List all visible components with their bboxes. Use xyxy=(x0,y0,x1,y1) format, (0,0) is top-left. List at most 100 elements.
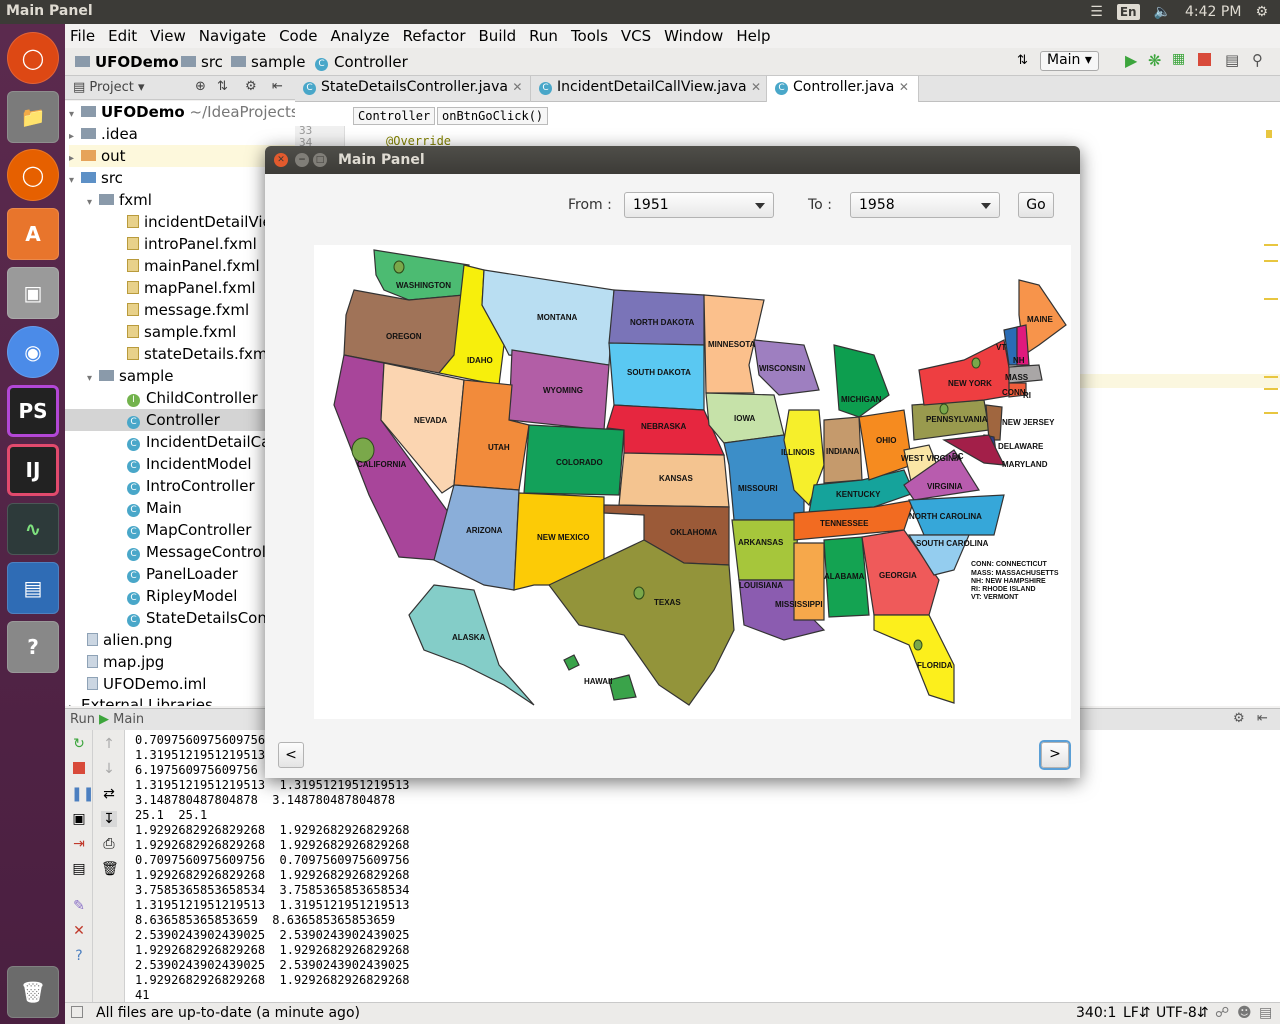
breadcrumb-class[interactable]: C Controller xyxy=(315,53,408,71)
tree-item-file[interactable]: UFODemo.iml xyxy=(87,673,206,695)
menu-tools[interactable]: Tools xyxy=(571,27,608,45)
error-stripe-marker[interactable] xyxy=(1264,412,1278,414)
tab-incident-detail-call-view[interactable]: C IncidentDetailCallView.java ✕ xyxy=(531,76,767,102)
close-window-icon[interactable]: ✕ xyxy=(274,153,288,167)
tree-item-external-libraries[interactable]: ▸External Libraries xyxy=(69,695,213,706)
trash-icon[interactable]: 🗑 xyxy=(7,966,59,1018)
menu-build[interactable]: Build xyxy=(479,27,517,45)
maximize-window-icon[interactable]: □ xyxy=(313,153,327,167)
tree-item-file[interactable]: message.fxml xyxy=(127,299,249,321)
file-encoding[interactable]: UTF-8⇵ xyxy=(1156,1005,1209,1021)
clock[interactable]: 4:42 PM xyxy=(1185,4,1241,20)
previous-button[interactable]: < xyxy=(278,742,304,768)
inspector-icon[interactable]: ☻ xyxy=(1237,1005,1252,1021)
breadcrumb-src[interactable]: src xyxy=(181,53,223,71)
tree-item-class[interactable]: C IncidentModel xyxy=(127,453,252,475)
coverage-icon[interactable]: ▦ xyxy=(1172,51,1185,67)
us-map[interactable]: WASHINGTON OREGON CALIFORNIA IDAHO NEVAD… xyxy=(314,245,1071,719)
close-icon[interactable]: ✕ xyxy=(71,923,87,939)
hide-panel-icon[interactable]: ⇤ xyxy=(272,79,283,94)
update-project-icon[interactable]: ⇅ xyxy=(1017,53,1028,68)
ubuntu-dash-icon[interactable]: ◯ xyxy=(7,32,59,84)
error-stripe-marker[interactable] xyxy=(1264,376,1278,378)
disk-drive-icon[interactable]: ▣ xyxy=(7,267,59,319)
search-icon[interactable]: ⚲ xyxy=(1252,51,1263,69)
tree-item-file[interactable]: alien.png xyxy=(87,629,173,651)
lock-icon[interactable]: ☍ xyxy=(1215,1005,1229,1021)
menu-help[interactable]: Help xyxy=(736,27,770,45)
tree-item-file[interactable]: mapPanel.fxml xyxy=(127,277,256,299)
breadcrumb-method-chip[interactable]: onBtnGoClick() xyxy=(437,107,549,125)
run-config-tab[interactable]: ▶ Main xyxy=(99,712,144,727)
system-monitor-icon[interactable]: ∿ xyxy=(7,503,59,555)
menu-edit[interactable]: Edit xyxy=(108,27,137,45)
tree-item-class[interactable]: C MapController xyxy=(127,519,251,541)
menu-view[interactable]: View xyxy=(150,27,186,45)
tree-item-class[interactable]: C Main xyxy=(127,497,182,519)
error-stripe-marker[interactable] xyxy=(1264,244,1278,246)
line-separator[interactable]: LF⇵ xyxy=(1123,1005,1151,1021)
tree-item-file[interactable]: sample.fxml xyxy=(127,321,236,343)
intellij-icon[interactable]: IJ xyxy=(7,444,59,496)
to-year-select[interactable]: 1958 xyxy=(850,192,1000,218)
wifi-icon[interactable]: ☰ xyxy=(1090,4,1103,20)
tree-item-class[interactable]: C MessageController xyxy=(127,541,286,563)
phpstorm-icon[interactable]: PS xyxy=(7,385,59,437)
menu-code[interactable]: Code xyxy=(279,27,317,45)
volume-icon[interactable]: 🔈 xyxy=(1154,4,1171,20)
run-settings-gear-icon[interactable]: ⚙ xyxy=(1233,711,1245,726)
close-icon[interactable]: ✕ xyxy=(751,80,761,94)
soft-wrap-icon[interactable]: ⇄ xyxy=(101,786,117,802)
up-arrow-icon[interactable]: ↑ xyxy=(101,736,117,752)
layout-icon[interactable]: ▤ xyxy=(71,861,87,877)
breadcrumb-project[interactable]: UFODemo xyxy=(75,53,179,71)
dump-threads-icon[interactable]: ▣ xyxy=(71,811,87,827)
collapse-icon[interactable]: ⇅ xyxy=(217,79,228,94)
tree-item-class[interactable]: I ChildController xyxy=(127,387,258,409)
dialog-titlebar[interactable]: ✕ − □ Main Panel xyxy=(265,146,1080,174)
pin-icon[interactable]: ✎ xyxy=(71,898,87,914)
pause-icon[interactable]: ❚❚ xyxy=(71,786,94,802)
rerun-icon[interactable]: ↻ xyxy=(71,736,87,752)
menu-refactor[interactable]: Refactor xyxy=(403,27,466,45)
file-manager-icon[interactable]: 📁 xyxy=(7,91,59,143)
document-viewer-icon[interactable]: ▤ xyxy=(7,562,59,614)
tab-state-details-controller[interactable]: C StateDetailsController.java ✕ xyxy=(295,76,531,102)
tree-item-class[interactable]: C RipleyModel xyxy=(127,585,237,607)
tree-item-out[interactable]: ▸ out xyxy=(69,145,295,167)
tree-item-class[interactable]: C Controller xyxy=(65,409,295,431)
caret-position[interactable]: 340:1 xyxy=(1076,1005,1116,1021)
tree-item-fxml[interactable]: ▾ fxml xyxy=(87,189,152,211)
tree-item-src[interactable]: ▾ src xyxy=(69,167,123,189)
menu-window[interactable]: Window xyxy=(664,27,723,45)
scroll-to-end-icon[interactable]: ↧ xyxy=(101,811,117,827)
error-stripe-marker[interactable] xyxy=(1264,260,1278,262)
tree-item-file[interactable]: stateDetails.fxml xyxy=(127,343,272,365)
tree-item-class[interactable]: C PanelLoader xyxy=(127,563,238,585)
help-icon[interactable]: ? xyxy=(7,621,59,673)
tree-item-sample[interactable]: ▾ sample xyxy=(87,365,174,387)
settings-gear-icon[interactable]: ⚙ xyxy=(245,79,257,94)
tree-item-class[interactable]: C IntroController xyxy=(127,475,255,497)
down-arrow-icon[interactable]: ↓ xyxy=(101,761,117,777)
help-icon[interactable]: ? xyxy=(71,948,87,964)
close-icon[interactable]: ✕ xyxy=(512,80,522,94)
chrome-icon[interactable]: ◉ xyxy=(7,326,59,378)
minimize-window-icon[interactable]: − xyxy=(295,153,309,167)
menu-navigate[interactable]: Navigate xyxy=(199,27,266,45)
project-view-selector[interactable]: ▤ Project ▾ xyxy=(73,80,145,95)
error-stripe-marker[interactable] xyxy=(1264,388,1278,390)
tree-item-file[interactable]: mainPanel.fxml xyxy=(127,255,260,277)
menu-file[interactable]: File xyxy=(70,27,95,45)
tree-item-file[interactable]: map.jpg xyxy=(87,651,164,673)
project-structure-icon[interactable]: ▤ xyxy=(1225,51,1239,69)
run-icon[interactable]: ▶ xyxy=(1125,51,1137,70)
keyboard-layout-indicator[interactable]: En xyxy=(1116,4,1140,20)
tree-item-idea[interactable]: ▸ .idea xyxy=(69,123,138,145)
menu-analyze[interactable]: Analyze xyxy=(330,27,389,45)
warning-marker[interactable] xyxy=(1266,130,1272,138)
menu-vcs[interactable]: VCS xyxy=(621,27,651,45)
exit-icon[interactable]: ⇥ xyxy=(71,836,87,852)
go-button[interactable]: Go xyxy=(1018,192,1054,218)
clear-all-icon[interactable]: 🗑 xyxy=(101,861,119,877)
